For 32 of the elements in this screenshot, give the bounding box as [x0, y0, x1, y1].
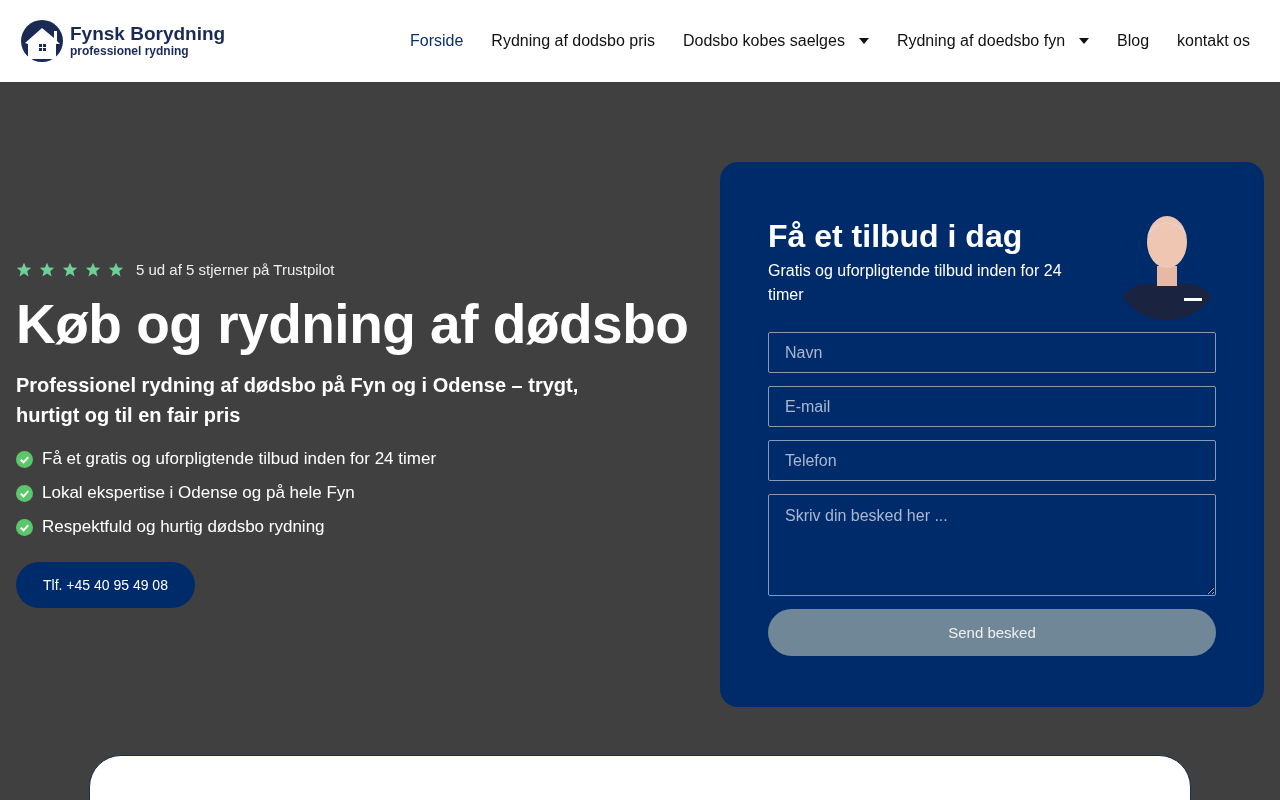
nav-link[interactable]: kontakt os: [1177, 32, 1250, 50]
rating-text: 5 ud af 5 stjerner på Trustpilot: [136, 261, 335, 278]
house-logo-icon: [20, 19, 64, 63]
nav-link[interactable]: Forside: [410, 32, 464, 50]
nav-link[interactable]: Rydning af dodsbo pris: [491, 32, 655, 50]
input-field[interactable]: Navn: [768, 332, 1216, 373]
caret-icon: [1079, 38, 1090, 44]
logo-name: Fynsk Borydning: [70, 24, 226, 44]
benefit-text: Respektfuld og hurtig dødsbo rydning: [42, 517, 325, 537]
nav-link[interactable]: Rydning af doedsbo fyn: [896, 32, 1090, 50]
phone-button[interactable]: Tlf. +45 40 95 49 08: [16, 562, 195, 608]
star-icon: [108, 261, 124, 278]
caret-icon: [858, 38, 869, 44]
input-field[interactable]: E-mail: [768, 386, 1216, 427]
star-icon: [85, 261, 101, 278]
hero-subtitle: Professionel rydning af dødsbo på Fyn og i Odense – trygt, hurtigt og til en fair pris: [16, 373, 580, 428]
check-icon: [16, 518, 33, 536]
nav-link[interactable]: Dodsbo kobes saelges: [683, 32, 869, 50]
star-icon: [39, 261, 55, 278]
form-subtitle: Gratis og uforpligtende tilbud inden for 24 timer: [768, 261, 1063, 305]
check-icon: [16, 450, 33, 468]
hero-title: Køb og rydning af dødsbo: [16, 292, 690, 356]
benefit-text: Få et gratis og uforpligtende tilbud inden for 24 timer: [42, 449, 437, 469]
message-field[interactable]: Skriv din besked her ...: [768, 494, 1216, 596]
check-icon: [16, 484, 33, 502]
star-icon: [62, 261, 78, 278]
benefit-text: Lokal ekspertise i Odense og på hele Fyn: [42, 483, 355, 503]
nav-link[interactable]: Blog: [1117, 32, 1150, 50]
form-title: Få et tilbud i dag: [768, 218, 1024, 255]
star-icon: [16, 261, 32, 278]
input-field[interactable]: Telefon: [768, 440, 1216, 481]
logo-tagline: professionel rydning: [70, 44, 190, 58]
